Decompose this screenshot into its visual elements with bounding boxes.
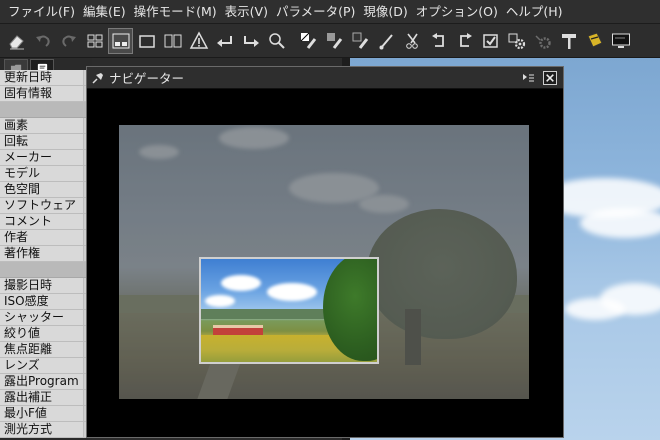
menu-arrow-icon <box>523 74 534 82</box>
navigator-menu-button[interactable] <box>521 71 535 85</box>
zoom-icon <box>268 32 285 49</box>
rotate-right-icon <box>243 35 259 47</box>
prop-section-divider <box>0 102 92 118</box>
grid-view-icon <box>87 34 102 47</box>
toolbar <box>0 24 660 58</box>
pin-icon[interactable] <box>91 71 105 85</box>
prop-aperture: 絞り値 <box>0 326 92 342</box>
checkbox-button[interactable] <box>478 28 503 54</box>
prop-exposure-compensation: 露出補正 <box>0 390 92 406</box>
prop-comment: コメント <box>0 214 92 230</box>
settings-button[interactable] <box>504 28 529 54</box>
gray-picker-icon <box>326 32 342 49</box>
prop-rows-bottom: 撮影日時 ISO感度 シャッター 絞り値 焦点距離 レンズ 露出Program … <box>0 278 92 438</box>
hammer-button[interactable] <box>556 28 581 54</box>
settings-disabled-button[interactable] <box>530 28 555 54</box>
prop-software: ソフトウェア <box>0 198 92 214</box>
compare-view-icon <box>164 34 181 47</box>
rotate-ccw-icon <box>431 32 444 47</box>
prop-iso: ISO感度 <box>0 294 92 310</box>
color-picker-button[interactable] <box>348 28 373 54</box>
rotate-left-button[interactable] <box>212 28 237 54</box>
navigator-view-rectangle[interactable] <box>199 257 379 364</box>
warning-icon <box>189 30 208 49</box>
navigator-close-button[interactable] <box>543 71 557 85</box>
prop-author: 作者 <box>0 230 92 246</box>
gray-picker-button[interactable] <box>322 28 347 54</box>
prop-unique-info: 固有情報 <box>0 86 92 102</box>
rotate-right-button[interactable] <box>238 28 263 54</box>
menu-develop[interactable]: 現像(D) <box>359 0 411 24</box>
badge-icon <box>586 31 603 48</box>
prop-focal-length: 焦点距離 <box>0 342 92 358</box>
warning-button[interactable] <box>186 28 211 54</box>
prop-section-divider <box>0 262 92 278</box>
zoom-button[interactable] <box>264 28 289 54</box>
crop-icon <box>405 33 418 49</box>
single-view-button[interactable] <box>134 28 159 54</box>
prop-rows-top: 更新日時 固有情報 <box>0 70 92 102</box>
menu-options[interactable]: オプション(O) <box>412 0 502 24</box>
rotate-left-icon <box>216 35 232 47</box>
crop-button[interactable] <box>400 28 425 54</box>
prop-shot-date: 撮影日時 <box>0 278 92 294</box>
prop-min-fnumber: 最小F値 <box>0 406 92 422</box>
prop-model: モデル <box>0 166 92 182</box>
navigator-canvas[interactable] <box>87 89 563 437</box>
prop-lens: レンズ <box>0 358 92 374</box>
split-view-icon <box>112 33 129 48</box>
navigator-window: ナビゲーター <box>86 66 564 438</box>
menu-operation-mode[interactable]: 操作モード(M) <box>130 0 221 24</box>
prop-shutter: シャッター <box>0 310 92 326</box>
redo-icon <box>61 35 76 47</box>
prop-color-space: 色空間 <box>0 182 92 198</box>
white-balance-picker-button[interactable] <box>296 28 321 54</box>
properties-panel: 更新日時 固有情報 画素 回転 メーカー モデル 色空間 ソフトウェア コメント… <box>0 58 92 440</box>
rotate-cw-icon <box>459 32 472 47</box>
checkbox-icon <box>482 33 498 48</box>
close-icon <box>546 74 554 82</box>
redo-button[interactable] <box>56 28 81 54</box>
menu-view[interactable]: 表示(V) <box>221 0 272 24</box>
menu-parameter[interactable]: パラメータ(P) <box>272 0 359 24</box>
prop-rows-mid: 画素 回転 メーカー モデル 色空間 ソフトウェア コメント 作者 著作権 <box>0 118 92 262</box>
menu-edit[interactable]: 編集(E) <box>79 0 130 24</box>
rotate-cw-button[interactable] <box>452 28 477 54</box>
eraser-icon <box>8 34 24 49</box>
brush-button[interactable] <box>374 28 399 54</box>
prop-pixels: 画素 <box>0 118 92 134</box>
menu-help[interactable]: ヘルプ(H) <box>502 0 567 24</box>
undo-icon <box>35 35 50 47</box>
badge-button[interactable] <box>582 28 607 54</box>
split-view-button[interactable] <box>108 27 133 54</box>
undo-button[interactable] <box>30 28 55 54</box>
prop-maker: メーカー <box>0 150 92 166</box>
settings-gear-icon <box>508 33 525 49</box>
brush-icon <box>379 33 393 49</box>
rotate-ccw-button[interactable] <box>426 28 451 54</box>
menu-file[interactable]: ファイル(F) <box>4 0 79 24</box>
navigator-titlebar[interactable]: ナビゲーター <box>87 67 563 89</box>
prop-metering-mode: 測光方式 <box>0 422 92 438</box>
menu-bar: ファイル(F) 編集(E) 操作モード(M) 表示(V) パラメータ(P) 現像… <box>0 0 660 24</box>
monitor-icon <box>611 33 630 48</box>
eraser-button[interactable] <box>4 28 29 54</box>
prop-copyright: 著作権 <box>0 246 92 262</box>
prop-rotation: 回転 <box>0 134 92 150</box>
hammer-icon <box>561 33 576 49</box>
white-balance-picker-icon <box>300 32 316 49</box>
prop-exposure-program: 露出Program <box>0 374 92 390</box>
navigator-title: ナビゲーター <box>109 71 185 86</box>
gear-disabled-icon <box>534 34 551 49</box>
color-picker-icon <box>352 32 368 49</box>
grid-view-button[interactable] <box>82 28 107 54</box>
monitor-button[interactable] <box>608 28 633 54</box>
single-view-icon <box>138 34 155 48</box>
prop-modified-date: 更新日時 <box>0 70 92 86</box>
compare-view-button[interactable] <box>160 28 185 54</box>
